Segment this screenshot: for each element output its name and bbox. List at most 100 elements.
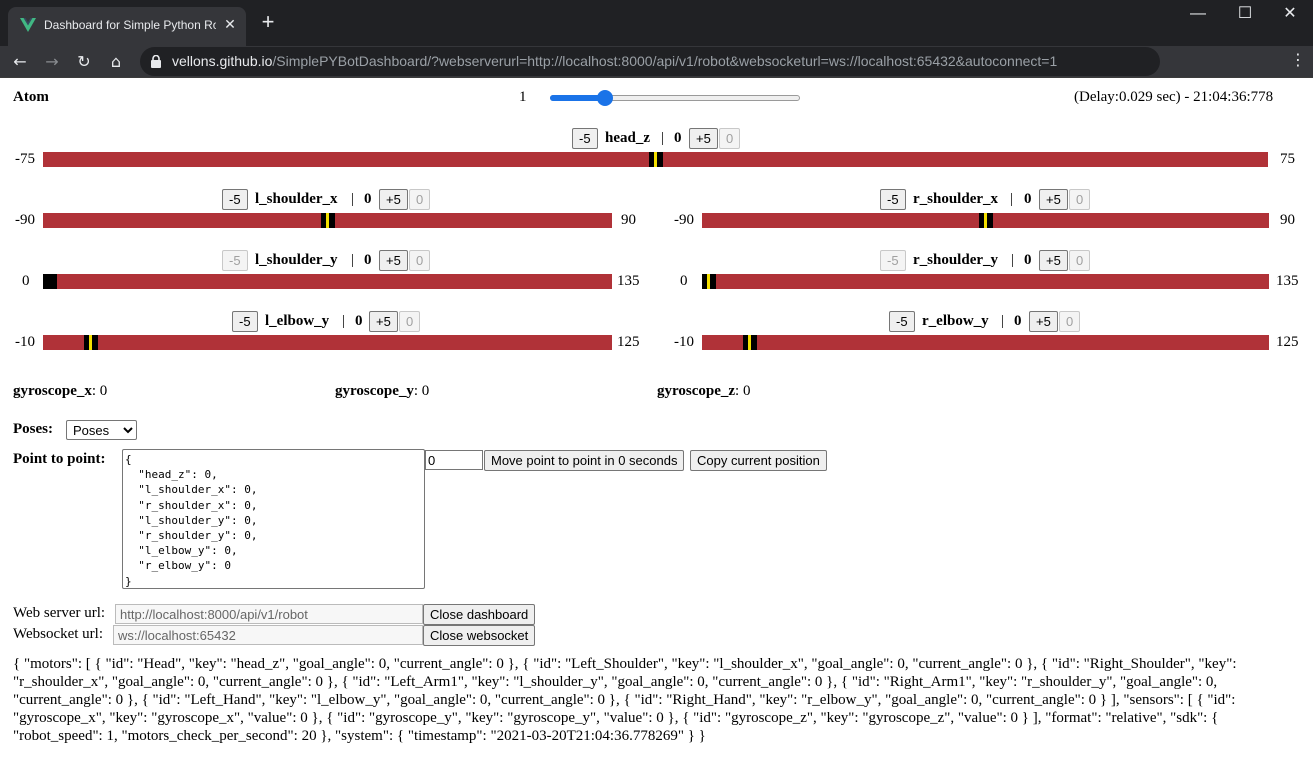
maximize-icon[interactable]: ☐ [1222,0,1268,28]
reload-icon[interactable]: ↻ [72,50,96,74]
webserver-url-label: Web server url: [13,605,106,621]
l-shoulder-x-plus-button[interactable]: +5 [379,189,408,210]
tab-title: Dashboard for Simple Python Ro [44,18,216,32]
l-shoulder-x-min: -90 [15,212,35,228]
l-shoulder-y-max: 135 [617,273,640,289]
browser-tab-strip: Dashboard for Simple Python Ro ✕ + — ☐ ✕ [0,0,1313,46]
r-shoulder-x-slider-thumb[interactable] [979,213,993,228]
separator: | [1011,252,1015,268]
vue-logo-icon [20,18,36,32]
r-elbow-y-plus-button[interactable]: +5 [1029,311,1058,332]
poses-label: Poses: [13,421,53,437]
l-elbow-y-minus-button[interactable]: -5 [232,311,258,332]
copy-current-position-button[interactable]: Copy current position [690,450,827,471]
l-shoulder-y-slider-thumb[interactable] [43,274,57,289]
r-shoulder-x-max: 90 [1280,212,1295,228]
browser-toolbar: ← → ↻ ⌂ vellons.github.io/SimplePYBotDas… [0,46,1313,78]
l-shoulder-x-slider-thumb[interactable] [321,213,335,228]
home-icon[interactable]: ⌂ [104,50,128,74]
url-path: /SimplePYBotDashboard/?webserverurl=http… [272,53,1058,69]
l-shoulder-y-slider[interactable] [43,274,612,289]
head-z-reset-button[interactable]: 0 [719,128,741,149]
l-shoulder-y-minus-button[interactable]: -5 [222,250,248,271]
gyroscope-z-value: : 0 [735,383,751,399]
dashboard-page: Atom 1 (Delay:0.029 sec) - 21:04:36:778 … [0,79,1313,784]
l-elbow-y-label: l_elbow_y [265,313,330,329]
r-shoulder-x-reset-button[interactable]: 0 [1069,189,1091,210]
l-shoulder-y-plus-button[interactable]: +5 [379,250,408,271]
separator: | [342,313,346,329]
point-to-point-label: Point to point: [13,451,106,467]
speed-value: 1 [519,89,527,105]
head-z-plus-button[interactable]: +5 [689,128,718,149]
minimize-icon[interactable]: — [1175,0,1221,28]
r-shoulder-y-slider-thumb[interactable] [702,274,716,289]
separator: | [351,252,355,268]
r-shoulder-x-plus-button[interactable]: +5 [1039,189,1068,210]
address-bar[interactable]: vellons.github.io/SimplePYBotDashboard/?… [140,47,1160,76]
head-z-label: head_z [605,130,650,146]
robot-name: Atom [13,89,49,105]
l-shoulder-y-label: l_shoulder_y [255,252,338,268]
forward-icon[interactable]: → [40,50,64,74]
websocket-url-input[interactable] [113,625,423,645]
new-tab-icon[interactable]: + [258,11,278,33]
speed-slider[interactable] [550,90,800,106]
separator: | [1001,313,1005,329]
r-elbow-y-slider-thumb[interactable] [743,335,757,350]
r-shoulder-y-max: 135 [1276,273,1299,289]
r-elbow-y-minus-button[interactable]: -5 [889,311,915,332]
url-host: vellons.github.io [172,53,273,69]
browser-tab[interactable]: Dashboard for Simple Python Ro ✕ [8,7,246,46]
l-elbow-y-value: 0 [355,313,363,329]
head-z-min: -75 [15,151,35,167]
speed-slider-thumb[interactable] [597,90,613,106]
r-elbow-y-slider[interactable] [702,335,1269,350]
l-elbow-y-slider[interactable] [43,335,612,350]
r-shoulder-x-value: 0 [1024,191,1032,207]
gyroscope-x-readout: gyroscope_x: 0 [13,383,107,400]
l-elbow-y-slider-thumb[interactable] [84,335,98,350]
window-close-icon[interactable]: ✕ [1267,0,1313,28]
seconds-input[interactable] [425,450,483,470]
l-shoulder-x-minus-button[interactable]: -5 [222,189,248,210]
gyroscope-y-readout: gyroscope_y: 0 [335,383,429,400]
r-shoulder-y-slider[interactable] [702,274,1269,289]
l-shoulder-x-value: 0 [364,191,372,207]
head-z-minus-button[interactable]: -5 [572,128,598,149]
head-z-slider-thumb[interactable] [649,152,663,167]
head-z-max: 75 [1280,151,1295,167]
webserver-url-input[interactable] [115,604,423,624]
head-z-value: 0 [674,130,682,146]
r-shoulder-x-label: r_shoulder_x [913,191,999,207]
menu-icon[interactable]: ⋮ [1290,50,1306,69]
poses-select[interactable]: Poses [66,420,137,440]
r-shoulder-y-plus-button[interactable]: +5 [1039,250,1068,271]
head-z-slider[interactable] [43,152,1268,167]
r-shoulder-y-minus-button[interactable]: -5 [880,250,906,271]
l-shoulder-x-reset-button[interactable]: 0 [409,189,431,210]
separator: | [661,130,665,146]
robot-state-json: { "motors": [ { "id": "Head", "key": "he… [13,656,1237,744]
l-elbow-y-reset-button[interactable]: 0 [399,311,421,332]
l-shoulder-x-slider[interactable] [43,213,612,228]
r-elbow-y-label: r_elbow_y [922,313,989,329]
l-elbow-y-plus-button[interactable]: +5 [369,311,398,332]
gyroscope-z-readout: gyroscope_z: 0 [657,383,750,400]
tab-close-icon[interactable]: ✕ [222,16,238,32]
point-to-point-textarea[interactable]: { "head_z": 0, "l_shoulder_x": 0, "r_sho… [122,449,425,589]
r-elbow-y-min: -10 [674,334,694,350]
l-shoulder-y-reset-button[interactable]: 0 [409,250,431,271]
lock-icon [151,55,161,68]
r-shoulder-x-minus-button[interactable]: -5 [880,189,906,210]
close-websocket-button[interactable]: Close websocket [423,625,536,646]
delay-timestamp: (Delay:0.029 sec) - 21:04:36:778 [1074,89,1274,105]
r-shoulder-x-slider[interactable] [702,213,1269,228]
r-elbow-y-reset-button[interactable]: 0 [1059,311,1081,332]
back-icon[interactable]: ← [8,50,32,74]
move-point-to-point-button[interactable]: Move point to point in 0 seconds [484,450,685,471]
r-shoulder-y-reset-button[interactable]: 0 [1069,250,1091,271]
close-dashboard-button[interactable]: Close dashboard [423,604,536,625]
l-elbow-y-min: -10 [15,334,35,350]
r-shoulder-y-min: 0 [680,273,688,289]
